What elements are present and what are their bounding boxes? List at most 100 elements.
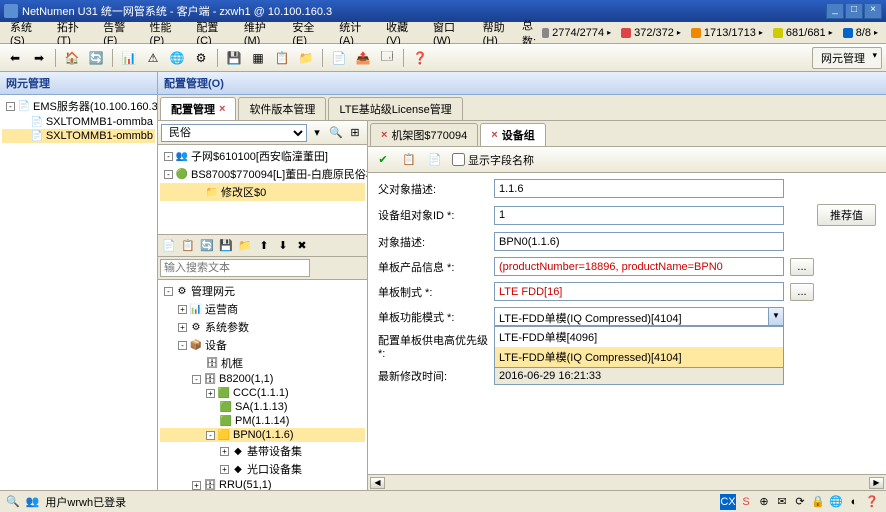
status-icon-7[interactable]: 🌐 [828, 494, 844, 510]
tree-node[interactable]: +🗄RRU(51,1) [160, 478, 365, 490]
scroll-left-icon[interactable]: ◀ [370, 477, 385, 489]
toolbar-warning-icon[interactable]: ⚠ [142, 47, 164, 69]
tree-node[interactable]: +📊运营商 [160, 300, 365, 318]
tree-node[interactable]: -🟨BPN0(1.1.6) [160, 428, 365, 442]
tree-toggle-icon[interactable]: - [164, 287, 173, 296]
detail-copy-icon[interactable]: 📋 [400, 151, 418, 169]
tree-search-input[interactable] [160, 259, 310, 277]
form-button[interactable]: ... [790, 258, 814, 276]
tree-node[interactable]: +◆光口设备集 [160, 460, 365, 478]
form-button[interactable]: ... [790, 283, 814, 301]
tree-tool4-icon[interactable]: 💾 [217, 237, 235, 255]
status-icon-5[interactable]: ⟳ [792, 494, 808, 510]
combo-item[interactable]: LTE-FDD单模[4096] [495, 327, 783, 347]
form-input[interactable] [494, 179, 784, 198]
tree-node[interactable]: -🗄B8200(1,1) [160, 372, 365, 386]
toolbar-doc-icon[interactable]: 📄 [328, 47, 350, 69]
tree-tool8-icon[interactable]: ✖ [293, 237, 311, 255]
toolbar-back-icon[interactable]: ⬅ [4, 47, 26, 69]
combo-input[interactable]: LTE-FDD单模(IQ Compressed)[4104] [494, 307, 784, 326]
toolbar-chart-icon[interactable]: 📊 [118, 47, 140, 69]
form-input[interactable] [494, 206, 784, 225]
tree-node[interactable]: +⚙系统参数 [160, 318, 365, 336]
tree-tool6-icon[interactable]: ⬆ [255, 237, 273, 255]
tree-toggle-icon[interactable]: - [178, 341, 187, 350]
tree-node[interactable]: +🟩CCC(1.1.1) [160, 386, 365, 400]
tree-toggle-icon[interactable]: - [206, 431, 215, 440]
scroll-right-icon[interactable]: ▶ [869, 477, 884, 489]
tree-node[interactable]: 🟩PM(1.1.14) [160, 414, 365, 428]
toolbar-settings-icon[interactable]: ⚙ [190, 47, 212, 69]
status-icon-8[interactable]: ◐ [846, 494, 862, 510]
tree-node[interactable]: -📦设备 [160, 336, 365, 354]
category-select[interactable]: 民俗 [161, 124, 307, 142]
tree-toggle-icon[interactable]: + [220, 465, 229, 474]
form-input[interactable] [494, 232, 784, 251]
tab-close-icon[interactable]: × [491, 129, 497, 141]
config-tab[interactable]: 配置管理× [160, 97, 236, 120]
form-combo[interactable]: LTE-FDD单模(IQ Compressed)[4104]▼LTE-FDD单模… [494, 307, 784, 326]
config-tab[interactable]: 软件版本管理 [238, 97, 326, 120]
tree-node[interactable]: 🟩SA(1.1.13) [160, 400, 365, 414]
toolbar-network-icon[interactable]: 🌐 [166, 47, 188, 69]
tree-toggle-icon[interactable]: - [192, 375, 201, 384]
device-tree[interactable]: -⚙管理网元+📊运营商+⚙系统参数-📦设备🗄机框-🗄B8200(1,1)+🟩CC… [158, 280, 367, 490]
toolbar-copy-icon[interactable]: 📋 [271, 47, 293, 69]
toolbar-export-icon[interactable]: 📤 [352, 47, 374, 69]
form-button[interactable]: 推荐值 [817, 204, 876, 226]
tree-node[interactable]: -👥子网$610100[西安临潼董田] [160, 147, 365, 165]
tree-toggle-icon[interactable]: + [192, 481, 201, 490]
tree-toggle-icon[interactable]: + [206, 389, 215, 398]
toolbar-home-icon[interactable]: 🏠 [61, 47, 83, 69]
form-input[interactable] [494, 282, 784, 301]
show-fieldname-checkbox[interactable] [452, 153, 465, 166]
toolbar-save-icon[interactable]: 💾 [223, 47, 245, 69]
view-dropdown[interactable]: 网元管理 [812, 47, 882, 69]
tree-toggle-icon[interactable]: + [178, 323, 187, 332]
toolbar-forward-icon[interactable]: ➡ [28, 47, 50, 69]
tree-tool5-icon[interactable]: 📁 [236, 237, 254, 255]
tree-toggle-icon[interactable]: + [178, 305, 187, 314]
toolbar-window-icon[interactable]: 🗔 [376, 47, 398, 69]
status-icon-4[interactable]: ✉ [774, 494, 790, 510]
toolbar-help-icon[interactable]: ❓ [409, 47, 431, 69]
status-icon-3[interactable]: ⊕ [756, 494, 772, 510]
expand-icon[interactable]: ⊞ [346, 124, 364, 142]
detail-check-icon[interactable]: ✔ [374, 151, 392, 169]
tree-node[interactable]: -📄EMS服务器(10.100.160.3) [2, 97, 155, 115]
tab-close-icon[interactable]: × [219, 103, 225, 115]
tree-toggle-icon[interactable]: + [220, 447, 229, 456]
combo-arrow-icon[interactable]: ▼ [768, 308, 783, 325]
filter-icon[interactable]: ▾ [308, 124, 326, 142]
detail-paste-icon[interactable]: 📄 [426, 151, 444, 169]
tree-node[interactable]: -⚙管理网元 [160, 282, 365, 300]
ne-tree[interactable]: -📄EMS服务器(10.100.160.3)📄SXLTOMMB1-ommba📄S… [0, 95, 157, 490]
tab-close-icon[interactable]: × [381, 129, 387, 141]
config-tab[interactable]: LTE基站级License管理 [328, 97, 462, 120]
combo-item[interactable]: LTE-FDD单模(IQ Compressed)[4104] [495, 347, 783, 367]
toolbar-grid-icon[interactable]: ▦ [247, 47, 269, 69]
tree-node[interactable]: -🟢BS8700$770094[L]董田-白鹿原民俗村-FDD [160, 165, 365, 183]
tree-node[interactable]: 📄SXLTOMMB1-ommba [2, 115, 155, 129]
tree-node[interactable]: +◆基带设备集 [160, 442, 365, 460]
detail-tab[interactable]: ×设备组 [480, 123, 545, 146]
form-input[interactable] [494, 257, 784, 276]
status-icon-6[interactable]: 🔒 [810, 494, 826, 510]
subnet-tree[interactable]: -👥子网$610100[西安临潼董田]-🟢BS8700$770094[L]董田-… [158, 145, 367, 235]
tree-tool-icon[interactable]: 📄 [160, 237, 178, 255]
tree-toggle-icon[interactable]: - [164, 170, 173, 179]
tree-tool7-icon[interactable]: ⬇ [274, 237, 292, 255]
toolbar-refresh-icon[interactable]: 🔄 [85, 47, 107, 69]
tree-toggle-icon[interactable]: - [6, 102, 15, 111]
status-icon-2[interactable]: S [738, 494, 754, 510]
tree-node[interactable]: 📁修改区$0 [160, 183, 365, 201]
tree-tool2-icon[interactable]: 📋 [179, 237, 197, 255]
detail-tab[interactable]: ×机架图$770094 [370, 123, 478, 146]
tree-node[interactable]: 🗄机框 [160, 354, 365, 372]
status-icon-9[interactable]: ❓ [864, 494, 880, 510]
status-icon-1[interactable]: CX [720, 494, 736, 510]
search-icon[interactable]: 🔍 [327, 124, 345, 142]
tree-toggle-icon[interactable]: - [164, 152, 173, 161]
tree-tool3-icon[interactable]: 🔄 [198, 237, 216, 255]
toolbar-folder-icon[interactable]: 📁 [295, 47, 317, 69]
